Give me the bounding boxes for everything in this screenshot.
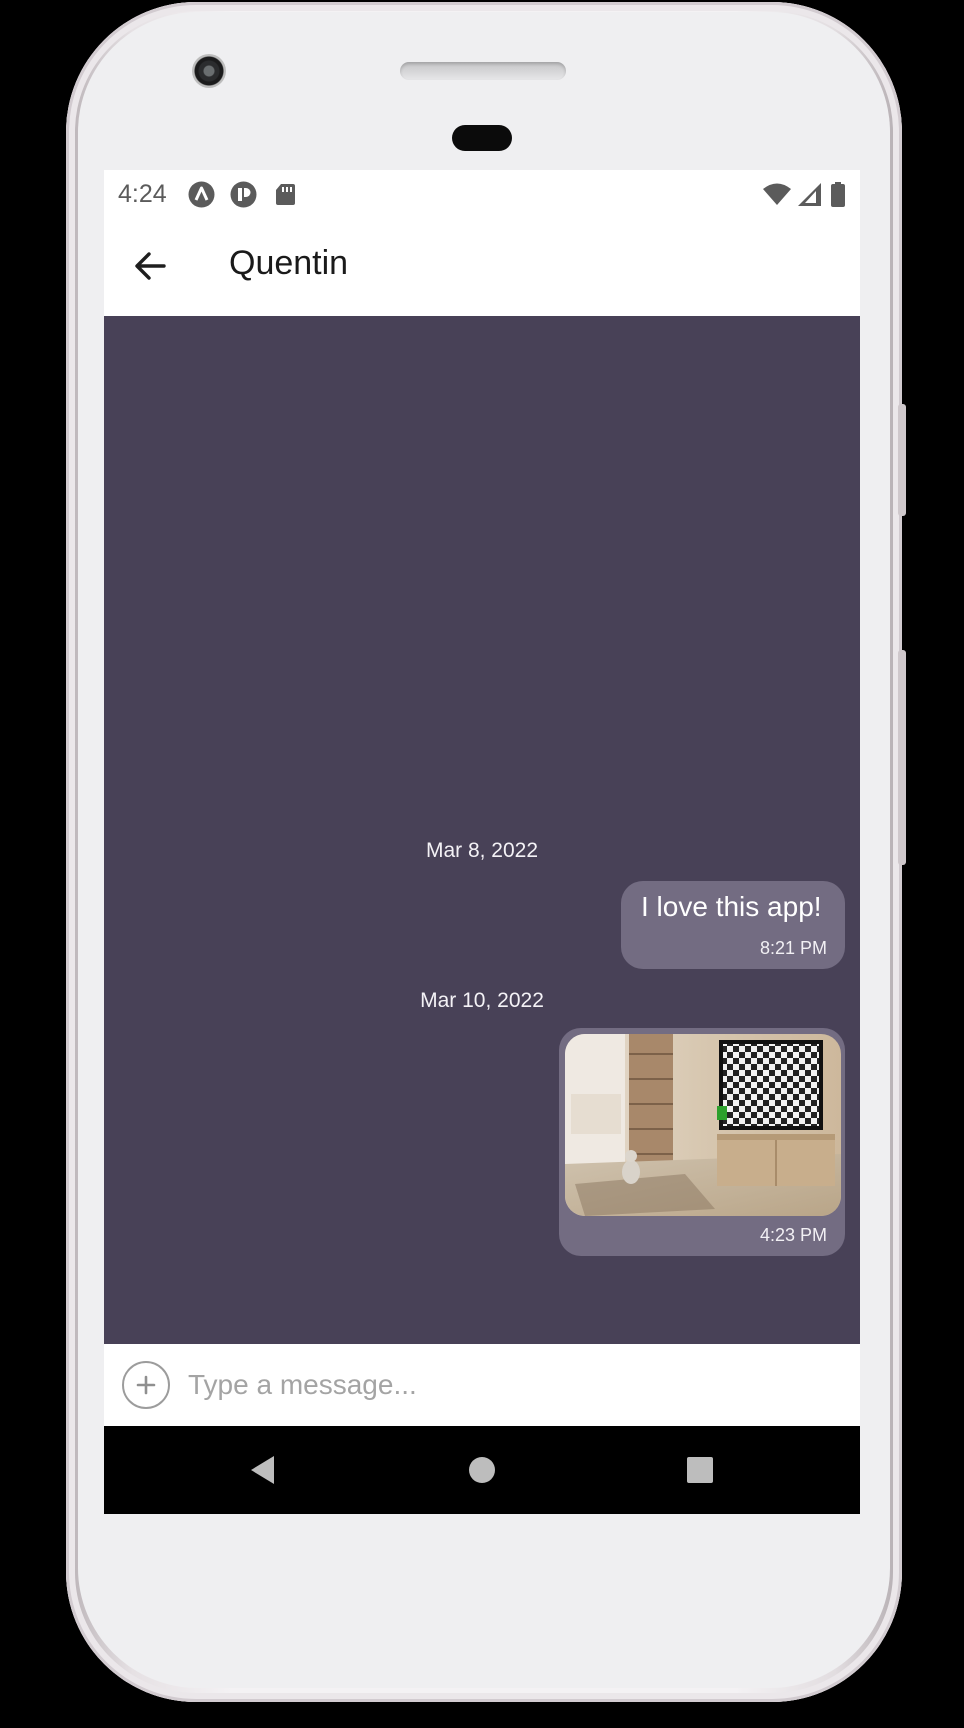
proximity-sensor [452,125,512,151]
date-separator: Mar 8, 2022 [425,839,539,862]
message-time: 8:21 PM [759,938,827,958]
signal-icon [798,183,821,206]
chat-partner-name: Quentin [229,244,349,282]
system-navigation-bar [104,1426,860,1514]
nav-home-button[interactable] [460,1448,504,1492]
message-composer [104,1344,860,1426]
message-input[interactable] [188,1360,828,1410]
message-list[interactable]: Mar 8, 2022 I love this app! 8:21 PM Mar… [104,316,860,1344]
front-camera [192,54,226,88]
message-time: 4:23 PM [759,1225,827,1245]
status-time: 4:24 [118,180,167,208]
attach-button[interactable] [122,1361,170,1409]
nav-home-circle-icon [469,1457,495,1483]
volume-button [898,404,906,516]
phone-screen: 4:24 Quentin Mar 8, 2022 I love this app… [104,170,860,1514]
plus-circle-icon [136,1375,156,1395]
earpiece-speaker [400,62,566,80]
wifi-icon [763,183,791,205]
message-text: I love this app! [641,891,822,922]
app-bar: Quentin [104,216,860,316]
power-button [898,650,906,865]
nav-back-button[interactable] [240,1448,284,1492]
nav-recents-square-icon [687,1457,713,1483]
photo-icon[interactable] [565,1034,841,1216]
status-bar: 4:24 [104,170,860,216]
a-letter-icon [188,181,215,208]
arrow-left-icon [135,252,166,280]
p-app-icon [230,181,257,208]
back-button[interactable] [122,238,178,294]
sd-card-icon [276,184,295,205]
date-separator: Mar 10, 2022 [420,989,544,1012]
battery-icon [831,182,845,207]
message-bubble-text[interactable]: I love this app! 8:21 PM [621,881,845,969]
message-bubble-image[interactable]: 4:23 PM [559,1028,845,1256]
nav-recents-button[interactable] [678,1448,722,1492]
nav-back-triangle-icon [251,1456,274,1484]
